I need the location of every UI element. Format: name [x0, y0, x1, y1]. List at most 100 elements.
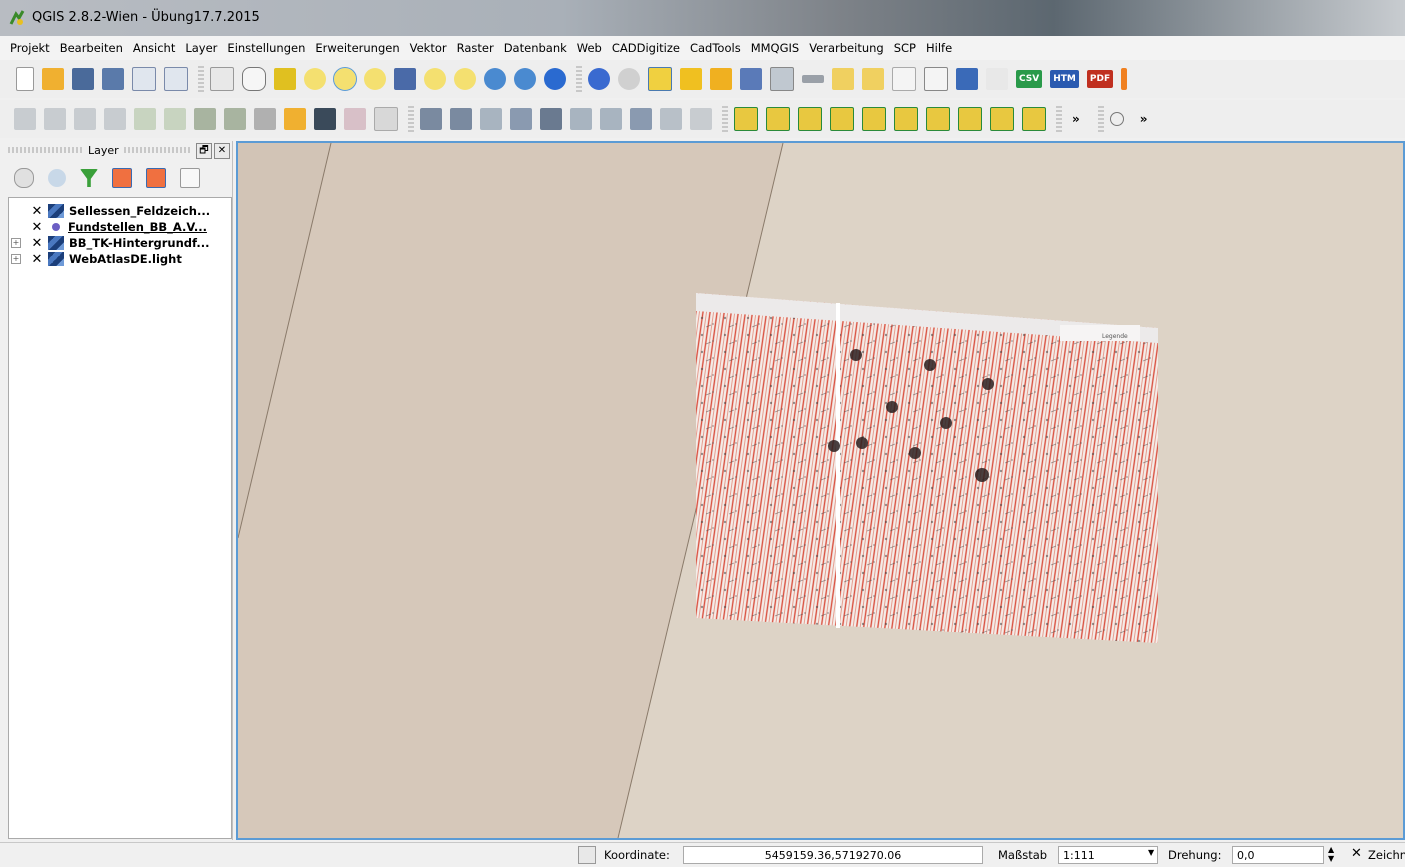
menu-einstellungen[interactable]: Einstellungen — [227, 41, 305, 55]
cad-tool-icon[interactable] — [570, 108, 592, 130]
layer-visibility-checkbox[interactable]: ✕ — [29, 236, 45, 251]
move-feature-icon[interactable] — [164, 108, 186, 130]
digitize-tool-icon[interactable] — [926, 107, 950, 131]
layer-visibility-checkbox[interactable]: ✕ — [29, 204, 45, 219]
menu-ansicht[interactable]: Ansicht — [133, 41, 175, 55]
select-by-expression-icon[interactable] — [710, 68, 732, 90]
raster-calculator-icon[interactable] — [314, 108, 336, 130]
cad-tool-icon[interactable] — [480, 108, 502, 130]
layer-tool-icon[interactable] — [104, 108, 126, 130]
zoom-next-icon[interactable] — [514, 68, 536, 90]
menu-verarbeitung[interactable]: Verarbeitung — [809, 41, 884, 55]
float-panel-button[interactable]: 🗗 — [196, 143, 212, 159]
cad-tool-icon[interactable] — [420, 108, 442, 130]
touch-zoom-icon[interactable] — [210, 67, 234, 91]
open-project-icon[interactable] — [42, 68, 64, 90]
menu-cadtools[interactable]: CadTools — [690, 41, 741, 55]
measure-icon[interactable] — [802, 75, 824, 83]
save-as-icon[interactable] — [102, 68, 124, 90]
menu-mmqgis[interactable]: MMQGIS — [751, 41, 800, 55]
remove-layer-icon[interactable] — [180, 168, 200, 188]
eye-visibility-icon[interactable] — [48, 169, 66, 187]
pdf-export-button[interactable]: PDF — [1086, 70, 1114, 88]
refresh-icon[interactable] — [544, 68, 566, 90]
rotation-field[interactable]: 0,0 — [1232, 846, 1324, 864]
whats-this-icon[interactable] — [986, 68, 1008, 90]
pan-to-selection-icon[interactable] — [274, 68, 296, 90]
digitize-tool-icon[interactable] — [766, 107, 790, 131]
layer-row-sellessen[interactable]: ✕ Sellessen_Feldzeich... — [9, 203, 231, 219]
expand-group-icon[interactable]: + — [11, 254, 21, 264]
field-calculator-icon[interactable] — [770, 67, 794, 91]
cad-tool-icon[interactable] — [660, 108, 682, 130]
menu-projekt[interactable]: Projekt — [10, 41, 50, 55]
zoom-out-icon[interactable] — [333, 67, 357, 91]
csv-export-button[interactable]: CSV — [1016, 70, 1043, 88]
cad-tool-icon[interactable] — [450, 108, 472, 130]
digitize-tool-icon[interactable] — [958, 107, 982, 131]
menu-scp[interactable]: SCP — [894, 41, 916, 55]
zoom-to-layer-icon[interactable] — [454, 68, 476, 90]
map-tips-icon[interactable] — [832, 68, 854, 90]
coordinate-toggle-icon[interactable] — [578, 846, 596, 864]
layer-tool-icon[interactable] — [14, 108, 36, 130]
composer-manager-icon[interactable] — [164, 67, 188, 91]
menu-caddigitize[interactable]: CADDigitize — [612, 41, 680, 55]
menu-layer[interactable]: Layer — [185, 41, 217, 55]
select-features-icon[interactable] — [648, 67, 672, 91]
layer-visibility-checkbox[interactable]: ✕ — [29, 252, 45, 267]
layer-tool-icon[interactable] — [44, 108, 66, 130]
layer-row-fundstellen[interactable]: ✕ Fundstellen_BB_A.V... — [9, 219, 231, 235]
grid-icon[interactable] — [254, 108, 276, 130]
collapse-all-icon[interactable] — [146, 168, 166, 188]
node-tool-icon[interactable] — [224, 108, 246, 130]
close-panel-button[interactable]: ✕ — [214, 143, 230, 159]
expand-group-icon[interactable]: + — [11, 238, 21, 248]
layer-row-webatlas[interactable]: + ✕ WebAtlasDE.light — [9, 251, 231, 267]
text-annotation-icon[interactable] — [924, 67, 948, 91]
layer-tool-icon[interactable] — [74, 108, 96, 130]
attribute-table-icon[interactable] — [740, 68, 762, 90]
menu-vektor[interactable]: Vektor — [410, 41, 447, 55]
node-tool-icon[interactable] — [194, 108, 216, 130]
run-action-icon[interactable] — [618, 68, 640, 90]
scale-combobox[interactable]: 1:111 — [1058, 846, 1158, 864]
menu-raster[interactable]: Raster — [457, 41, 494, 55]
cad-tool-icon[interactable] — [540, 108, 562, 130]
plugin-icon[interactable] — [1121, 68, 1128, 90]
new-project-icon[interactable] — [16, 67, 34, 91]
filter-icon[interactable] — [80, 169, 98, 187]
identify-icon[interactable] — [588, 68, 610, 90]
map-canvas[interactable]: Legende — [236, 141, 1405, 840]
digitize-tool-icon[interactable] — [894, 107, 918, 131]
layer-visibility-checkbox[interactable]: ✕ — [29, 220, 45, 235]
cad-tool-icon[interactable] — [600, 108, 622, 130]
show-bookmarks-icon[interactable] — [892, 67, 916, 91]
pan-hand-icon[interactable] — [242, 67, 266, 91]
cad-tool-icon[interactable] — [630, 108, 652, 130]
cad-tool-icon[interactable] — [510, 108, 532, 130]
digitize-tool-icon[interactable] — [862, 107, 886, 131]
save-project-icon[interactable] — [72, 68, 94, 90]
toolbar-overflow-button[interactable]: » — [1072, 112, 1080, 126]
digitize-tool-icon[interactable] — [990, 107, 1014, 131]
digitize-tool-icon[interactable] — [798, 107, 822, 131]
new-print-composer-icon[interactable] — [132, 67, 156, 91]
menu-erweiterungen[interactable]: Erweiterungen — [315, 41, 399, 55]
htm-export-button[interactable]: HTM — [1050, 70, 1079, 88]
rotation-spinner-icon[interactable]: ▲ ▼ — [1328, 845, 1334, 863]
circle-tool-icon[interactable] — [1109, 112, 1124, 126]
digitize-tool-icon[interactable] — [830, 107, 854, 131]
menu-bearbeiten[interactable]: Bearbeiten — [60, 41, 123, 55]
zoom-last-icon[interactable] — [484, 68, 506, 90]
zoom-native-icon[interactable] — [364, 68, 386, 90]
help-icon[interactable] — [956, 68, 978, 90]
zoom-to-selection-icon[interactable] — [424, 68, 446, 90]
pencil-icon[interactable] — [284, 108, 306, 130]
menu-web[interactable]: Web — [577, 41, 602, 55]
coordinate-field[interactable]: 5459159.36,5719270.06 — [683, 846, 983, 864]
toolbar-overflow-button[interactable]: » — [1140, 112, 1148, 126]
styling-icon[interactable] — [14, 168, 34, 188]
frame-icon[interactable] — [374, 107, 398, 131]
digitize-tool-icon[interactable] — [734, 107, 758, 131]
